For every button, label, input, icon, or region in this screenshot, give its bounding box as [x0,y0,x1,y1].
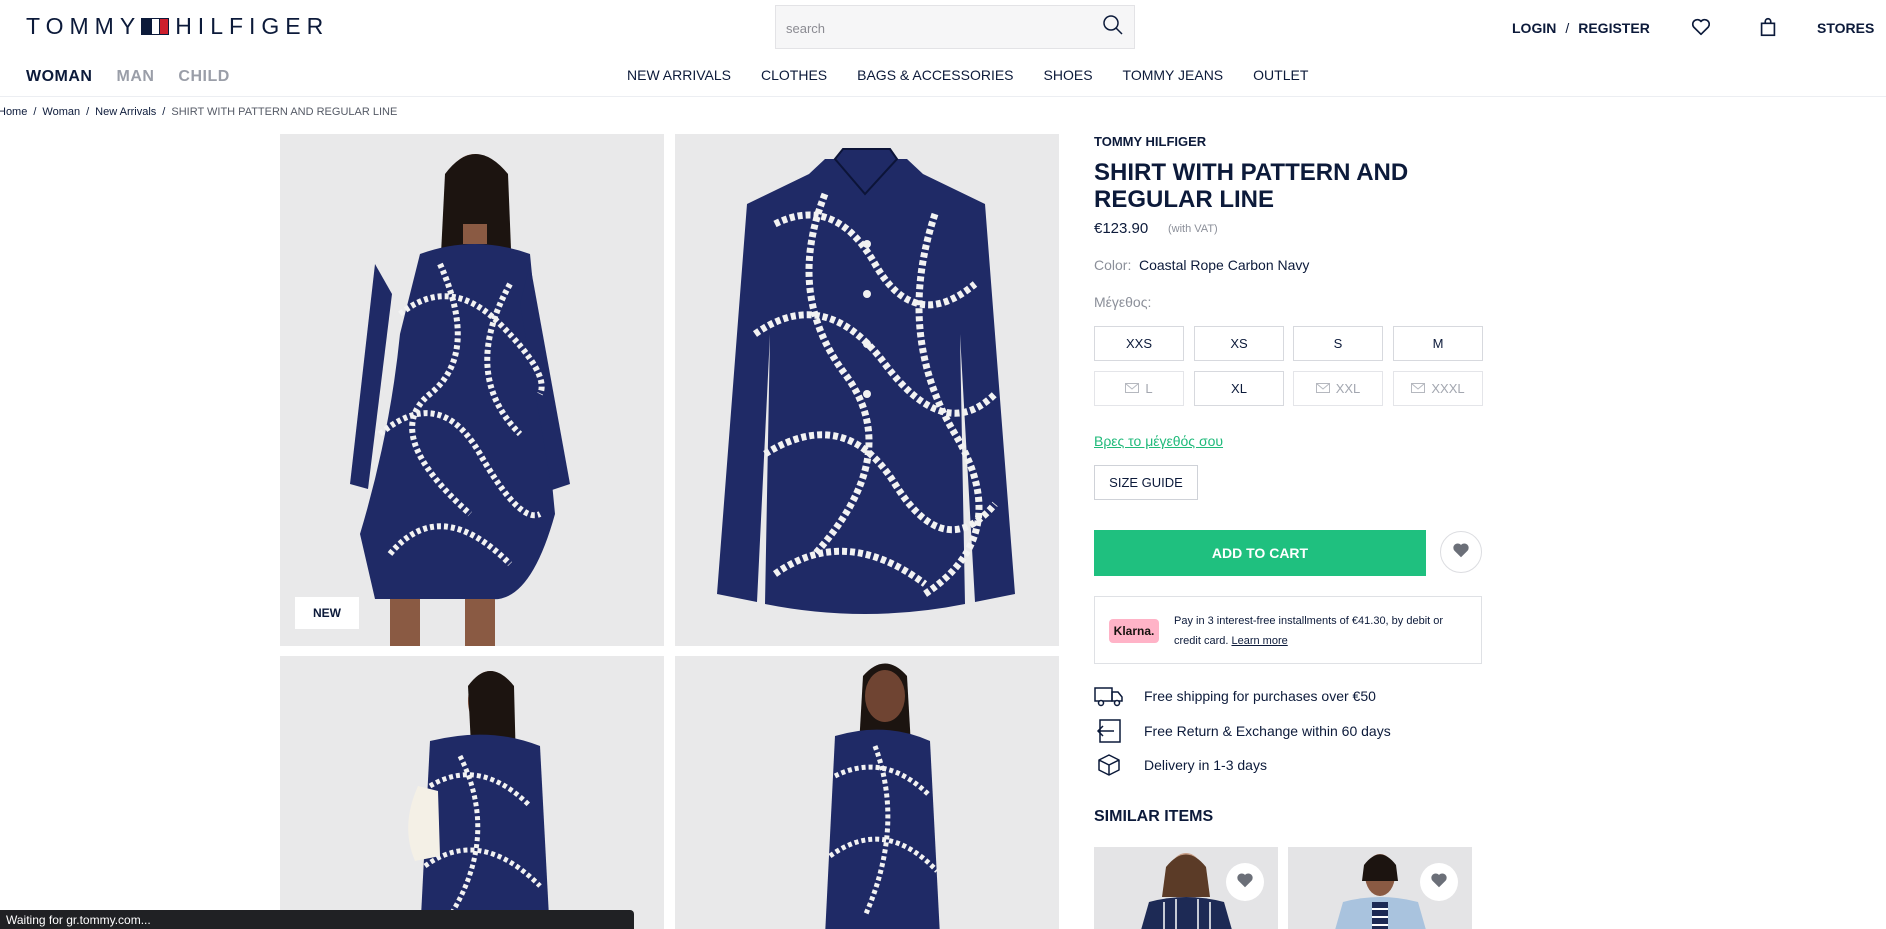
breadcrumb: Home / Woman / New Arrivals / SHIRT WITH… [0,106,397,118]
add-to-cart-button[interactable]: ADD TO CART [1094,530,1426,576]
stores-link[interactable]: STORES [1817,18,1874,38]
size-option-m[interactable]: M [1393,326,1483,361]
breadcrumb-woman[interactable]: Woman [42,106,80,118]
perk-free-return: Free Return & Exchange within 60 days [1094,719,1391,743]
register-link[interactable]: REGISTER [1578,20,1650,36]
breadcrumb-separator: / [33,106,37,118]
category-nav: NEW ARRIVALS CLOTHES BAGS & ACCESSORIES … [627,67,1308,83]
heart-icon [1236,872,1254,893]
gender-tab-woman[interactable]: WOMAN [26,68,92,86]
size-option-label: S [1333,336,1343,351]
size-option-xxs[interactable]: XXS [1094,326,1184,361]
size-option-xxxl[interactable]: XXXL [1393,371,1483,406]
product-image-side-model[interactable] [280,656,664,929]
size-option-label: XXL [1335,381,1361,396]
login-link[interactable]: LOGIN [1512,20,1556,36]
gender-tab-child[interactable]: CHILD [178,68,229,86]
vat-note: (with VAT) [1168,223,1218,235]
size-option-xs[interactable]: XS [1194,326,1284,361]
nav-shoes[interactable]: SHOES [1044,67,1093,83]
search-input[interactable] [786,17,1086,39]
product-title: SHIRT WITH PATTERN AND REGULAR LINE [1094,159,1409,213]
nav-outlet[interactable]: OUTLET [1253,67,1308,83]
product-brand: TOMMY HILFIGER [1094,134,1207,149]
klarna-text: Pay in 3 interest-free installments of €… [1174,615,1444,647]
size-guide-button[interactable]: SIZE GUIDE [1094,465,1198,500]
size-label: Μέγεθος: [1094,294,1152,310]
product-image-back-model[interactable] [675,656,1059,929]
envelope-icon [1125,381,1140,396]
size-option-xxl[interactable]: XXL [1293,371,1383,406]
site-header: TOMMY HILFIGER LOGIN / REGISTER STORES W… [0,0,1886,97]
perk-text: Free Return & Exchange within 60 days [1144,723,1391,739]
product-image-front-model[interactable]: NEW [280,134,664,646]
perk-free-shipping: Free shipping for purchases over €50 [1094,684,1376,708]
size-option-s[interactable]: S [1293,326,1383,361]
breadcrumb-home[interactable]: Home [0,106,27,118]
product-price: €123.90 [1094,220,1149,237]
similar-item-card[interactable] [1094,847,1278,929]
size-option-label: XXXL [1431,381,1465,396]
size-option-label: M [1432,336,1444,351]
logo-word-left: TOMMY [26,13,142,39]
breadcrumb-current: SHIRT WITH PATTERN AND REGULAR LINE [171,106,398,118]
gender-nav: WOMAN MAN CHILD [26,68,230,86]
add-to-wishlist-button[interactable] [1440,531,1482,573]
klarna-logo: Klarna. [1109,619,1159,643]
return-icon [1094,719,1124,743]
size-option-xl[interactable]: XL [1194,371,1284,406]
color-label: Color: [1094,257,1132,273]
size-option-label: XS [1230,336,1248,351]
wishlist-heart-icon[interactable] [1690,16,1712,43]
search-icon[interactable] [1102,14,1124,41]
perk-delivery: Delivery in 1-3 days [1094,753,1267,777]
nav-tommy-jeans[interactable]: TOMMY JEANS [1123,67,1224,83]
search-box [775,5,1135,49]
heart-icon [1452,542,1470,563]
login-separator: / [1565,20,1570,36]
flag-icon [141,18,170,35]
similar-item-wishlist-button[interactable] [1226,863,1264,901]
box-icon [1094,753,1124,777]
breadcrumb-separator: / [162,106,166,118]
similar-items-title: SIMILAR ITEMS [1094,808,1214,825]
browser-status-bar: Waiting for gr.tommy.com... [0,910,634,929]
nav-clothes[interactable]: CLOTHES [761,67,827,83]
product-image-flat-shirt[interactable] [675,134,1059,646]
truck-icon [1094,684,1124,708]
size-option-l[interactable]: L [1094,371,1184,406]
size-option-label: L [1145,381,1153,396]
similar-item-wishlist-button[interactable] [1420,863,1458,901]
perk-text: Delivery in 1-3 days [1144,757,1267,773]
klarna-installments-box: Klarna. Pay in 3 interest-free installme… [1094,596,1482,664]
account-links: LOGIN / REGISTER [1512,18,1650,38]
gender-tab-man[interactable]: MAN [116,68,154,86]
logo-word-right: HILFIGER [175,13,330,39]
envelope-icon [1315,381,1330,396]
perk-text: Free shipping for purchases over €50 [1144,688,1376,704]
klarna-learn-more-link[interactable]: Learn more [1231,635,1287,647]
nav-new-arrivals[interactable]: NEW ARRIVALS [627,67,731,83]
size-option-label: XL [1231,381,1247,396]
nav-bags-accessories[interactable]: BAGS & ACCESSORIES [857,67,1013,83]
new-badge: NEW [295,597,359,629]
shopping-bag-icon[interactable] [1757,16,1779,43]
tommy-hilfiger-logo[interactable]: TOMMY HILFIGER [26,13,329,40]
breadcrumb-separator: / [86,106,90,118]
size-option-label: XXS [1125,336,1152,351]
similar-item-card[interactable] [1288,847,1472,929]
envelope-icon [1411,381,1426,396]
klarna-message: Pay in 3 interest-free installments of €… [1174,611,1464,651]
heart-icon [1430,872,1448,893]
color-value: Coastal Rope Carbon Navy [1139,257,1310,273]
find-your-size-link[interactable]: Βρες το μέγεθός σου [1094,433,1223,449]
breadcrumb-new-arrivals[interactable]: New Arrivals [95,106,156,118]
